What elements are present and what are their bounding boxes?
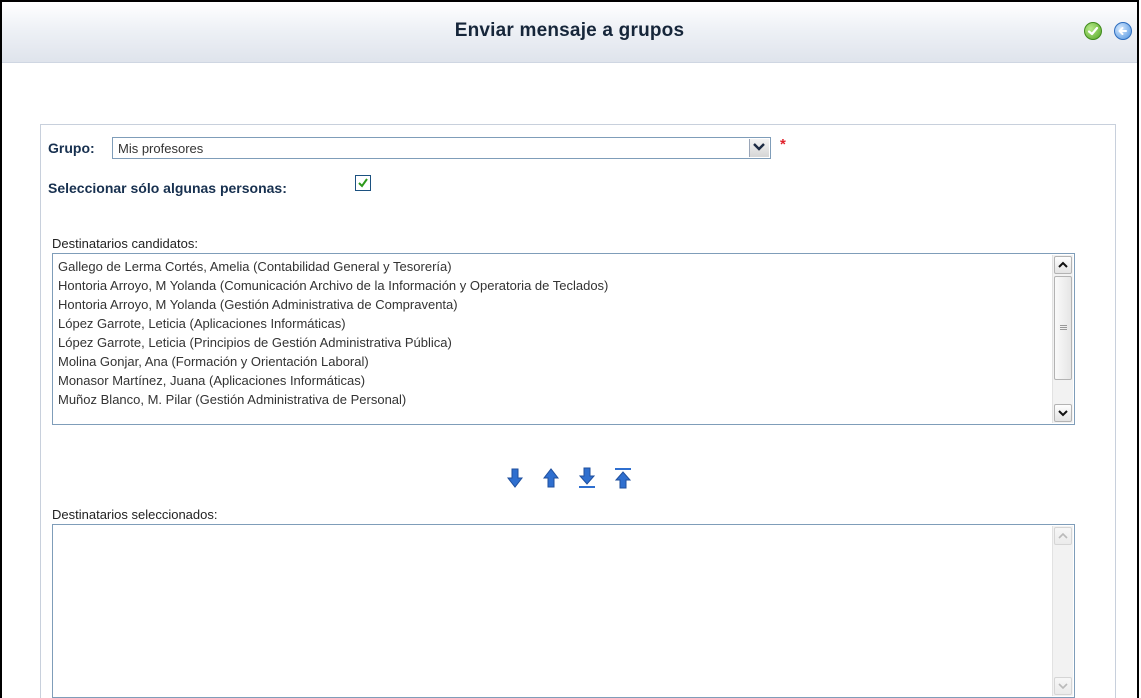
- candidates-items: Gallego de Lerma Cortés, Amelia (Contabi…: [58, 257, 608, 409]
- list-item[interactable]: Muñoz Blanco, M. Pilar (Gestión Administ…: [58, 390, 608, 409]
- candidates-scrollbar[interactable]: [1052, 255, 1073, 423]
- checkmark-icon: [358, 178, 368, 188]
- chevron-down-icon[interactable]: [749, 139, 769, 157]
- selected-listbox[interactable]: [52, 524, 1075, 698]
- list-item[interactable]: López Garrote, Leticia (Principios de Ge…: [58, 333, 608, 352]
- select-some-label: Seleccionar sólo algunas personas:: [48, 180, 287, 196]
- grupo-select[interactable]: Mis profesores: [112, 137, 771, 159]
- scroll-thumb[interactable]: [1054, 276, 1072, 380]
- selected-scrollbar[interactable]: [1052, 526, 1073, 696]
- grupo-select-value: Mis profesores: [118, 141, 204, 156]
- arrow-down-all-icon[interactable]: [577, 466, 597, 490]
- list-item[interactable]: Gallego de Lerma Cortés, Amelia (Contabi…: [58, 257, 608, 276]
- arrow-up-icon[interactable]: [541, 466, 561, 490]
- scroll-down-icon[interactable]: [1054, 404, 1072, 422]
- arrow-down-icon[interactable]: [505, 466, 525, 490]
- title-bar: Enviar mensaje a grupos: [2, 2, 1137, 63]
- scroll-up-icon[interactable]: [1054, 527, 1072, 545]
- check-circle-icon[interactable]: [1084, 22, 1102, 40]
- list-item[interactable]: Hontoria Arroyo, M Yolanda (Comunicación…: [58, 276, 608, 295]
- scroll-up-icon[interactable]: [1054, 256, 1072, 274]
- list-item[interactable]: Monasor Martínez, Juana (Aplicaciones In…: [58, 371, 608, 390]
- back-arrow-circle-icon[interactable]: [1114, 22, 1132, 40]
- select-some-checkbox[interactable]: [355, 175, 371, 191]
- list-item[interactable]: López Garrote, Leticia (Aplicaciones Inf…: [58, 314, 608, 333]
- arrow-up-all-icon[interactable]: [613, 466, 633, 490]
- grupo-label: Grupo:: [48, 140, 95, 156]
- scroll-down-icon[interactable]: [1054, 677, 1072, 695]
- candidates-label: Destinatarios candidatos:: [52, 236, 198, 251]
- candidates-listbox[interactable]: Gallego de Lerma Cortés, Amelia (Contabi…: [52, 253, 1075, 425]
- required-mark: *: [780, 136, 786, 153]
- selected-label: Destinatarios seleccionados:: [52, 507, 218, 522]
- list-item[interactable]: Hontoria Arroyo, M Yolanda (Gestión Admi…: [58, 295, 608, 314]
- list-item[interactable]: Molina Gonjar, Ana (Formación y Orientac…: [58, 352, 608, 371]
- window-title: Enviar mensaje a grupos: [454, 20, 685, 41]
